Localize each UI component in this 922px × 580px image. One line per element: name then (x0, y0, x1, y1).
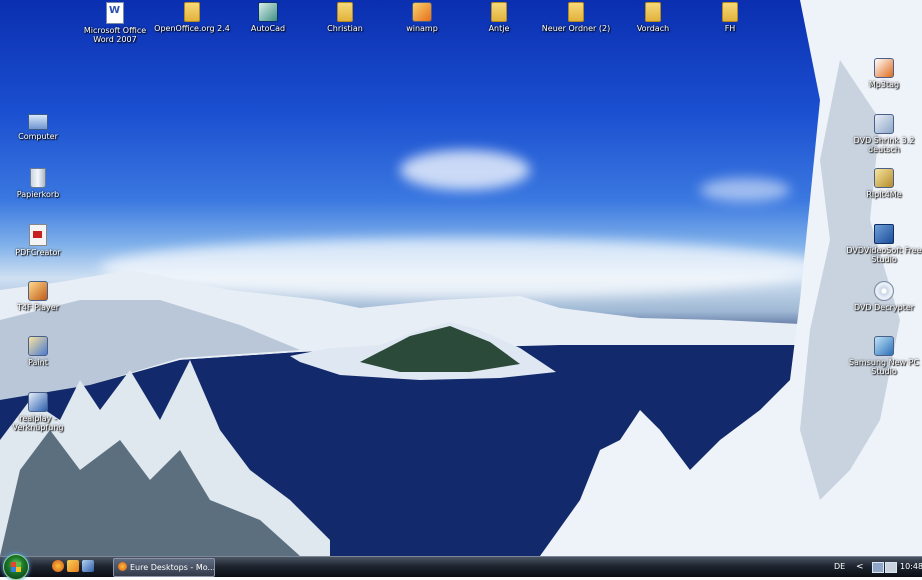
desktop-icon-label: DVD Shrink 3.2 deutsch (853, 136, 915, 154)
desktop-icon-label: Microsoft Office Word 2007 (83, 26, 147, 44)
desktop-icon-t4f-player[interactable]: T4F Player (0, 281, 76, 312)
desktop-icon-label: PDFCreator (15, 248, 61, 257)
desktop-icon-mp3tag[interactable]: Mp3tag (846, 58, 922, 89)
show-desktop-icon[interactable] (82, 560, 94, 572)
desktop-icon-label: Mp3tag (868, 80, 900, 89)
desktop-icon-label: OpenOffice.org 2.4 (154, 24, 230, 33)
desktop-icon-label: Christian (327, 24, 363, 33)
desktop-icon-vordach[interactable]: Vordach (615, 2, 691, 33)
samsung-pc-studio-icon (874, 336, 894, 356)
desktop-icon-fh[interactable]: FH (692, 2, 768, 33)
folder-icon (184, 2, 200, 22)
desktop-icon-label: Paint (28, 358, 48, 367)
desktop-icon-word-2007[interactable]: Microsoft Office Word 2007 (77, 2, 153, 44)
desktop-icon-antje[interactable]: Antje (461, 2, 537, 33)
desktop-icon-paint[interactable]: Paint (0, 336, 76, 367)
autocad-icon (258, 2, 278, 22)
desktop-icon-pdfcreator[interactable]: PDFCreator (0, 224, 76, 257)
desktop-icon-winamp[interactable]: winamp (384, 2, 460, 33)
taskbar-button-label: Eure Desktops - Mo... (130, 563, 215, 572)
realplayer-icon (28, 392, 48, 412)
network-tray-icon[interactable] (872, 562, 884, 573)
desktop-icon-realplay[interactable]: realplay - Verknüpfung (0, 392, 76, 432)
recycle-bin-icon (30, 168, 46, 188)
mp3tag-icon (874, 58, 894, 78)
desktop-icon-computer[interactable]: Computer (0, 114, 76, 141)
windows-logo-icon (11, 562, 21, 572)
dvd-decrypter-icon (874, 281, 894, 301)
desktop-icon-label: AutoCad (250, 24, 286, 33)
taskbar-button-firefox[interactable]: Eure Desktops - Mo... (113, 558, 215, 577)
folder-icon (722, 2, 738, 22)
desktop-icon-label: Vordach (636, 24, 670, 33)
computer-icon (28, 114, 48, 130)
dvd-shrink-icon (874, 114, 894, 134)
desktop-icon-dvdvideosoft[interactable]: DVDVideoSoft Free Studio (846, 224, 922, 264)
dvdvideosoft-icon (874, 224, 894, 244)
paint-icon (28, 336, 48, 356)
volume-tray-icon[interactable] (885, 562, 897, 573)
desktop-icon-label: winamp (406, 24, 438, 33)
system-tray: DE < 10:48 (826, 557, 922, 577)
desktop-icon-label: Papierkorb (16, 190, 60, 199)
firefox-icon (118, 562, 127, 571)
pdf-icon (29, 224, 47, 246)
desktop-icon-label: FH (724, 24, 736, 33)
desktop-icon-label: Neuer Ordner (2) (541, 24, 611, 33)
desktop-icon-label: Computer (18, 132, 58, 141)
desktop-icon-dvd-shrink[interactable]: DVD Shrink 3.2 deutsch (846, 114, 922, 154)
desktop-icon-samsung-pc-studio[interactable]: Samsung New PC Studio (846, 336, 922, 376)
clock[interactable]: 10:48 (900, 557, 922, 577)
winamp-icon (412, 2, 432, 22)
desktop-icon-ripit4me[interactable]: RipIt4Me (846, 168, 922, 199)
desktop-icon-label: Antje (488, 24, 510, 33)
folder-icon (491, 2, 507, 22)
folder-icon (337, 2, 353, 22)
desktop-icon-dvd-decrypter[interactable]: DVD Decrypter (846, 281, 922, 312)
folder-icon (645, 2, 661, 22)
player-icon (28, 281, 48, 301)
desktop-icon-label: T4F Player (16, 303, 59, 312)
taskbar: Eure Desktops - Mo... DE < 10:48 (0, 554, 922, 580)
wallpaper-landscape (0, 0, 922, 556)
desktop-icon-label: Samsung New PC Studio (848, 358, 920, 376)
media-player-quicklaunch-icon[interactable] (67, 560, 79, 572)
desktop-icon-christian[interactable]: Christian (307, 2, 383, 33)
ripit-icon (874, 168, 894, 188)
desktop-icon-neuer-ordner-2[interactable]: Neuer Ordner (2) (538, 2, 614, 33)
desktop-icon-label: DVDVideoSoft Free Studio (846, 246, 922, 264)
desktop-icon-openoffice[interactable]: OpenOffice.org 2.4 (154, 2, 230, 33)
desktop-icon-label: RipIt4Me (866, 190, 902, 199)
word-document-icon (106, 2, 124, 24)
desktop-icon-papierkorb[interactable]: Papierkorb (0, 168, 76, 199)
language-indicator[interactable]: DE (834, 557, 845, 577)
firefox-quicklaunch-icon[interactable] (52, 560, 64, 572)
start-button[interactable] (3, 554, 29, 580)
desktop-icon-autocad[interactable]: AutoCad (230, 2, 306, 33)
desktop-wallpaper: Microsoft Office Word 2007 OpenOffice.or… (0, 0, 922, 556)
desktop-icon-label: DVD Decrypter (853, 303, 915, 312)
desktop-icon-label: realplay - Verknüpfung (12, 414, 64, 432)
folder-icon (568, 2, 584, 22)
tray-expand-chevron-icon[interactable]: < (856, 557, 864, 577)
